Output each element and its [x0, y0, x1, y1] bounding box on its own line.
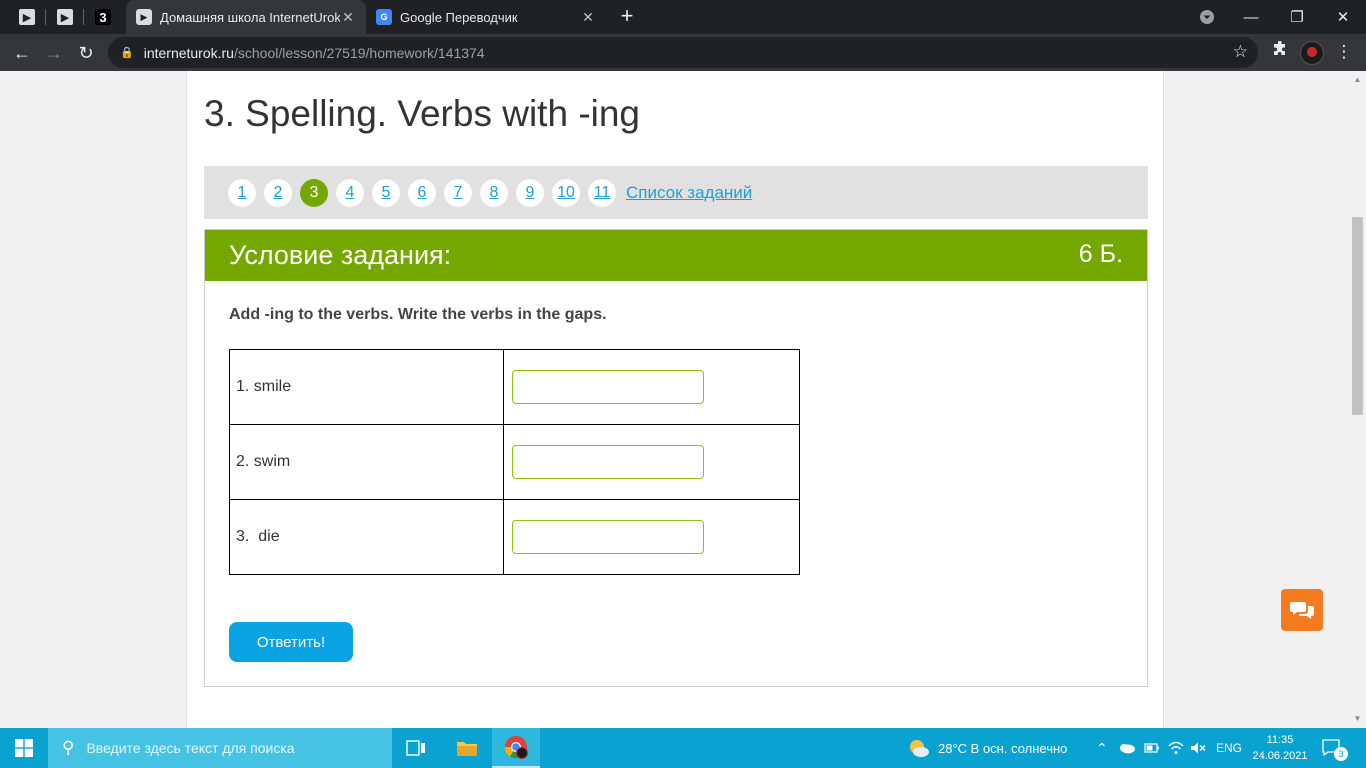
answer-input-1[interactable]	[512, 370, 704, 404]
task-pagination: 1 2 3 4 5 6 7 8 9 10 11 Список заданий	[204, 166, 1148, 219]
content-sheet: 3. Spelling. Verbs with -ing 1 2 3 4 5 6…	[186, 71, 1164, 728]
back-arrow-icon[interactable]: ←	[8, 39, 36, 67]
address-bar[interactable]: 🔒 interneturok.ru/school/lesson/27519/ho…	[108, 37, 1258, 68]
task-view-icon[interactable]	[392, 728, 440, 768]
tab-search-chevron-icon[interactable]	[1184, 0, 1230, 34]
pinned-tab-1[interactable]: ▶	[8, 0, 46, 34]
windows-taskbar: ⚲ Введите здесь текст для поиска 28°C В …	[0, 728, 1366, 768]
notification-count-badge: 3	[1334, 747, 1348, 761]
forward-arrow-icon[interactable]: →	[40, 39, 68, 67]
task-instruction: Add -ing to the verbs. Write the verbs i…	[229, 306, 607, 323]
page-link-11[interactable]: 11	[588, 178, 616, 207]
scroll-up-arrow-icon[interactable]: ▲	[1353, 75, 1362, 84]
show-hidden-icons-chevron-icon[interactable]: ⌃	[1096, 728, 1108, 768]
minimize-icon[interactable]: —	[1228, 0, 1274, 34]
tab-3-icon: 3	[95, 9, 111, 25]
url-path: /school/lesson/27519/homework/141374	[233, 44, 485, 61]
browser-tab-bar: ▶ ▶ 3 ▶ Домашняя школа InternetUrok.ru ✕…	[0, 0, 1366, 34]
pinned-tab-2[interactable]: ▶	[46, 0, 84, 34]
table-row: 3. die	[229, 499, 800, 575]
windows-start-button[interactable]	[0, 728, 48, 768]
clock-time: 11:35	[1266, 734, 1294, 746]
table-row: 2. swim	[229, 424, 800, 500]
taskbar-search-box[interactable]: ⚲ Введите здесь текст для поиска	[48, 728, 392, 768]
task-list-link[interactable]: Список заданий	[626, 183, 752, 203]
bookmark-star-icon[interactable]: ☆	[1233, 42, 1248, 62]
close-tab-icon[interactable]: ✕	[340, 9, 356, 26]
page-link-2[interactable]: 2	[264, 178, 292, 207]
verb-cell: 1. smile	[229, 349, 504, 425]
submit-answer-button[interactable]: Ответить!	[229, 622, 353, 662]
clock[interactable]: 11:35 24.06.2021	[1252, 728, 1308, 768]
page-link-5[interactable]: 5	[372, 178, 400, 207]
tab-google-translate[interactable]: G Google Переводчик ✕	[366, 0, 606, 34]
tab-internet-urok[interactable]: ▶ Домашняя школа InternetUrok.ru ✕	[126, 0, 366, 34]
page-title: 3. Spelling. Verbs with -ing	[204, 93, 641, 134]
profile-avatar[interactable]	[1300, 41, 1324, 65]
chat-button[interactable]	[1281, 589, 1323, 631]
internet-urok-icon: ▶	[57, 9, 73, 25]
chrome-taskbar-icon[interactable]	[492, 728, 540, 768]
verbs-table: 1. smile 2. swim 3. die	[229, 349, 800, 575]
page-link-6[interactable]: 6	[408, 178, 436, 207]
taskbar-search-placeholder: Введите здесь текст для поиска	[86, 740, 295, 756]
verb-cell: 3. die	[229, 499, 504, 575]
browser-toolbar: ← → ↻ 🔒 interneturok.ru/school/lesson/27…	[0, 34, 1366, 71]
url-host: interneturok.ru	[143, 44, 234, 61]
answer-input-3[interactable]	[512, 520, 704, 554]
scroll-down-arrow-icon[interactable]: ▼	[1353, 714, 1362, 723]
extensions-puzzle-icon[interactable]	[1268, 38, 1292, 66]
file-explorer-icon[interactable]	[443, 728, 491, 768]
answer-cell	[503, 499, 800, 575]
battery-icon[interactable]	[1144, 728, 1160, 768]
table-row: 1. smile	[229, 349, 800, 425]
page-link-10[interactable]: 10	[552, 178, 580, 207]
close-window-icon[interactable]: ✕	[1320, 0, 1366, 34]
task-card: Условие задания: 6 Б. Add -ing to the ve…	[204, 229, 1148, 687]
task-score: 6 Б.	[1078, 240, 1123, 268]
pinned-tab-3[interactable]: 3	[84, 0, 122, 34]
new-tab-plus-icon[interactable]: +	[614, 4, 640, 30]
onedrive-cloud-icon[interactable]	[1118, 728, 1136, 768]
volume-muted-icon[interactable]	[1190, 728, 1206, 768]
page-link-3-current[interactable]: 3	[300, 178, 328, 207]
close-tab-icon[interactable]: ✕	[580, 9, 596, 26]
restore-icon[interactable]: ❐	[1274, 0, 1320, 34]
chat-bubbles-icon	[1290, 602, 1314, 619]
browser-menu-icon[interactable]: ⋮	[1334, 38, 1354, 66]
tab-title: Google Переводчик	[400, 9, 518, 25]
page-viewport: 3. Spelling. Verbs with -ing 1 2 3 4 5 6…	[0, 71, 1349, 728]
input-language[interactable]: ENG	[1216, 728, 1242, 768]
tab-title: Домашняя школа InternetUrok.ru	[160, 9, 340, 25]
clock-date: 24.06.2021	[1252, 750, 1308, 762]
page-link-4[interactable]: 4	[336, 178, 364, 207]
page-link-8[interactable]: 8	[480, 178, 508, 207]
sun-cloud-icon	[910, 740, 929, 757]
action-center-icon[interactable]: 3	[1322, 728, 1348, 768]
answer-input-2[interactable]	[512, 445, 704, 479]
internet-urok-icon: ▶	[136, 9, 152, 25]
search-icon: ⚲	[62, 738, 75, 757]
page-link-1[interactable]: 1	[228, 178, 256, 207]
answer-cell	[503, 349, 800, 425]
page-link-9[interactable]: 9	[516, 178, 544, 207]
verb-cell: 2. swim	[229, 424, 504, 500]
page-link-7[interactable]: 7	[444, 178, 472, 207]
scrollbar-thumb[interactable]	[1352, 217, 1363, 415]
wifi-icon[interactable]	[1168, 728, 1184, 768]
page-scrollbar[interactable]: ▲ ▼	[1349, 71, 1366, 728]
lock-icon: 🔒	[120, 47, 134, 59]
task-header: Условие задания: 6 Б.	[205, 230, 1147, 281]
weather-widget[interactable]: 28°C В осн. солнечно	[908, 728, 1067, 768]
weather-text: 28°C В осн. солнечно	[938, 740, 1068, 756]
task-header-title: Условие задания:	[229, 240, 452, 270]
google-translate-icon: G	[376, 9, 392, 25]
answer-cell	[503, 424, 800, 500]
reload-icon[interactable]: ↻	[72, 39, 100, 67]
internet-urok-icon: ▶	[19, 9, 35, 25]
windows-logo-icon	[15, 739, 33, 757]
